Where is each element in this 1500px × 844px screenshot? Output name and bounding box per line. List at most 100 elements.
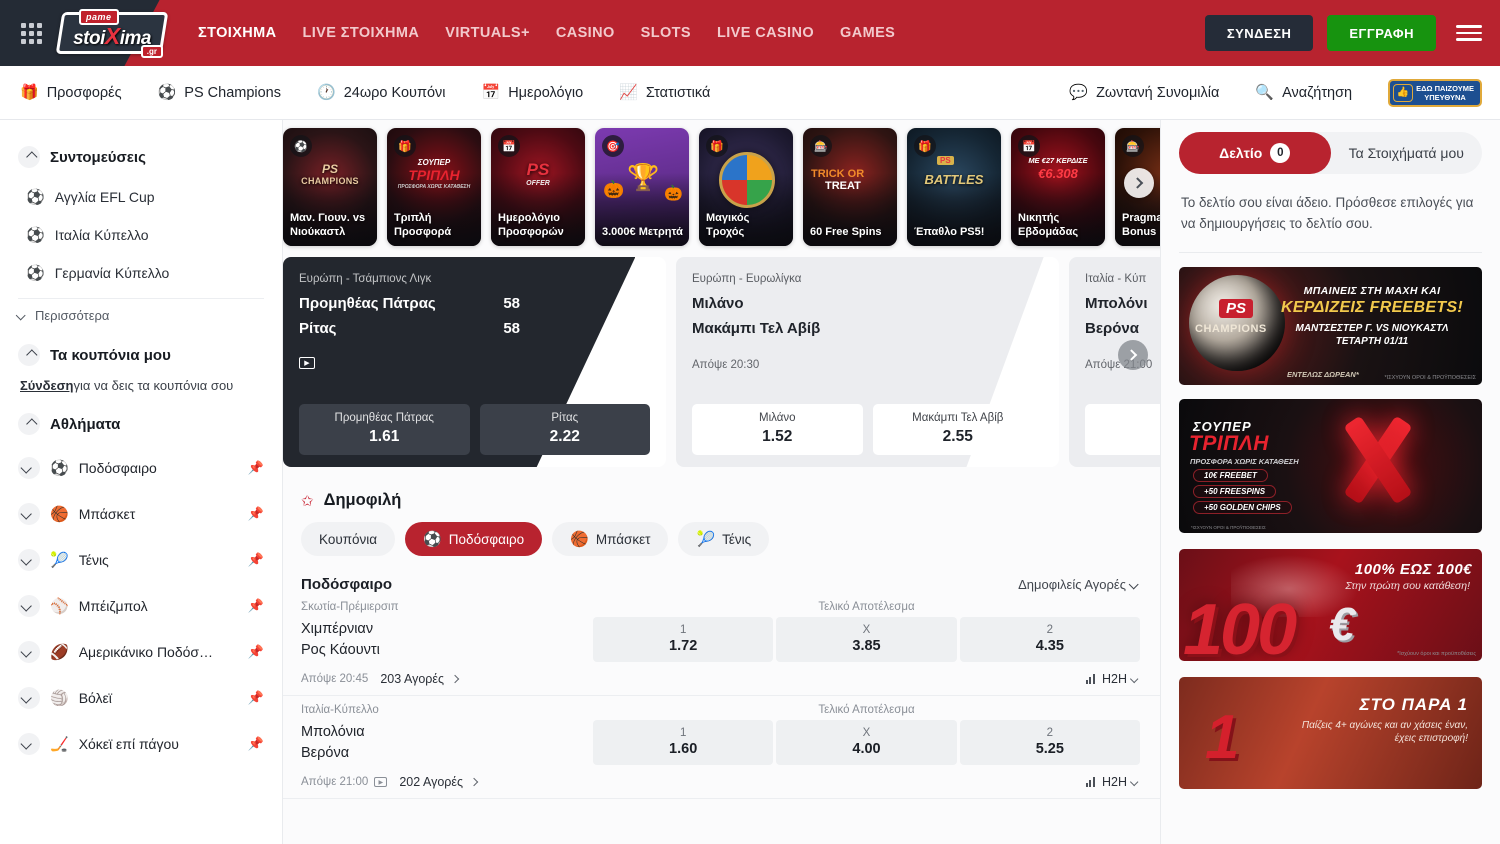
tab-coupons[interactable]: Κουπόνια (301, 522, 395, 556)
login-button[interactable]: ΣΥΝΔΕΣΗ (1205, 15, 1314, 51)
promo-card[interactable]: 🎁 Μαγικός Τροχός (699, 128, 793, 246)
my-coupons-section-header[interactable]: Τα κουπόνια μου (18, 344, 264, 366)
banner-free-text: ΕΝΤΕΛΩΣ ΔΩΡΕΑΝ* (1287, 370, 1359, 379)
sidebar-banner-sto-para-1[interactable]: 1 ΣΤΟ ΠΑΡΑ 1 Παίζεις 4+ αγώνες και αν χά… (1179, 677, 1482, 789)
subbar-item-statistics[interactable]: 📈 Στατιστικά (619, 85, 710, 101)
match-away-team: Ρος Κάουντι (301, 640, 593, 661)
subbar-item-ps-champions[interactable]: ⚽ PS Champions (158, 85, 281, 101)
pin-icon[interactable]: 📌 (248, 506, 264, 522)
pin-icon[interactable]: 📌 (248, 598, 264, 614)
match-markets-link[interactable]: 202 Αγορές (399, 775, 477, 789)
banner-pill-golden-chips: +50 GOLDEN CHIPS (1193, 501, 1292, 514)
odds-button-1[interactable]: 1 1.72 (593, 617, 773, 662)
odds-button-2[interactable]: 2 4.35 (960, 617, 1140, 662)
chevron-down-icon[interactable] (18, 595, 40, 617)
markets-dropdown[interactable]: Δημοφιλείς Αγορές (1018, 577, 1140, 592)
promo-card[interactable]: 📅 ΜΕ €27 ΚΕΡΔΙΣΕ €6.308 Νικητής Εβδομάδα… (1011, 128, 1105, 246)
sidebar-banner-welcome-bonus[interactable]: 100 € 100% ΕΩΣ 100€ Στην πρώτη σου κατάθ… (1179, 549, 1482, 661)
nav-item-virtuals[interactable]: VIRTUALS+ (445, 25, 530, 41)
tab-basketball[interactable]: 🏀 Μπάσκετ (552, 522, 668, 556)
sidebar-item-ice-hockey[interactable]: 🏒 Χόκεϊ επί πάγου 📌 (18, 721, 264, 767)
odds-button-x[interactable]: X 3.85 (776, 617, 956, 662)
nav-item-stoixima[interactable]: ΣΤΟΙΧΗΜΑ (198, 25, 277, 41)
register-button[interactable]: ΕΓΓΡΑΦΗ (1327, 15, 1436, 51)
show-more-button[interactable]: Περισσότερα (18, 298, 264, 332)
nav-item-live-stoixima[interactable]: LIVE ΣΤΟΙΧΗΜΑ (303, 25, 420, 41)
h2h-button[interactable]: H2H (1086, 672, 1140, 686)
promo-card[interactable]: 🎁 PS BATTLES Έπαθλο PS5! (907, 128, 1001, 246)
pin-icon[interactable]: 📌 (248, 690, 264, 706)
odds-button-x[interactable]: X 4.00 (776, 720, 956, 765)
chevron-down-icon[interactable] (18, 641, 40, 663)
featured-match-card[interactable]: Ιταλία - Κύπ Μπολόνι Βερόνα Απόψε 21:00 … (1069, 257, 1160, 467)
sports-section-header[interactable]: Αθλήματα (18, 413, 264, 435)
promo-card[interactable]: 🎯 🏆 🎃 🎃 3.000€ Μετρητά (595, 128, 689, 246)
odds-button[interactable]: Ρίτας 2.22 (480, 404, 651, 455)
nav-item-slots[interactable]: SLOTS (641, 25, 691, 41)
sidebar-item-tennis[interactable]: 🎾 Τένις 📌 (18, 537, 264, 583)
subbar-item-offers[interactable]: 🎁 Προσφορές (20, 85, 122, 101)
odds-button[interactable]: Προμηθέας Πάτρας 1.61 (299, 404, 470, 455)
pamestoixima-logo[interactable]: pame stoiXima .gr (58, 9, 166, 57)
match-markets-link[interactable]: 203 Αγορές (380, 672, 458, 686)
match-info[interactable]: Ιταλία-Κύπελλο Μπολόνια Βερόνα (301, 704, 593, 765)
pin-icon[interactable]: 📌 (248, 736, 264, 752)
pin-icon[interactable]: 📌 (248, 552, 264, 568)
featured-match-card[interactable]: Ευρώπη - Τσάμπιονς Λιγκ Προμηθέας Πάτρας… (283, 257, 666, 467)
pin-icon[interactable]: 📌 (248, 460, 264, 476)
tab-tennis[interactable]: 🎾 Τένις (678, 522, 769, 556)
featured-away-name: Ρίτας (299, 320, 336, 337)
tab-coupons-label: Κουπόνια (319, 532, 377, 547)
chevron-down-icon[interactable] (18, 457, 40, 479)
search-button[interactable]: 🔍 Αναζήτηση (1255, 85, 1352, 101)
match-info[interactable]: Σκωτία-Πρέμιερσιπ Χιμπέρνιαν Ρος Κάουντι (301, 601, 593, 662)
odds-button[interactable]: Μακάμπι Τελ Αβίβ 2.55 (873, 404, 1044, 455)
featured-match-card[interactable]: Ευρώπη - Ευρωλίγκα Μιλάνο Μακάμπι Τελ Αβ… (676, 257, 1059, 467)
promo-carousel-next-button[interactable] (1124, 168, 1154, 198)
odds-button[interactable]: 1 1.6 (1085, 404, 1160, 455)
nav-item-casino[interactable]: CASINO (556, 25, 615, 41)
nav-item-live-casino[interactable]: LIVE CASINO (717, 25, 814, 41)
chevron-down-icon[interactable] (18, 733, 40, 755)
subbar-item-calendar[interactable]: 📅 Ημερολόγιο (482, 85, 584, 101)
live-chat-button[interactable]: 💬 Ζωντανή Συνομιλία (1069, 85, 1219, 101)
sidebar-item-american-football[interactable]: 🏈 Αμερικάνικο Ποδόσ… 📌 (18, 629, 264, 675)
sidebar-item-baseball[interactable]: ⚾ Μπέιζμπολ 📌 (18, 583, 264, 629)
sidebar-item-efl-cup[interactable]: ⚽ Αγγλία EFL Cup (18, 178, 264, 216)
sidebar-item-germany-cup[interactable]: ⚽ Γερμανία Κύπελλο (18, 254, 264, 292)
promo-card[interactable]: 🎁 ΣΟΥΠΕΡ ΤΡΙΠΛΗ ΠΡΟΣΦΟΡΑ ΧΩΡΙΣ ΚΑΤΑΘΕΣΗ … (387, 128, 481, 246)
live-stream-icon[interactable]: ▶ (299, 357, 315, 369)
odds-button-2[interactable]: 2 5.25 (960, 720, 1140, 765)
chevron-down-icon[interactable] (18, 549, 40, 571)
hamburger-menu-icon[interactable] (1456, 25, 1482, 41)
sidebar-login-link[interactable]: Σύνδεση (20, 378, 74, 393)
sidebar-item-basketball[interactable]: 🏀 Μπάσκετ 📌 (18, 491, 264, 537)
tab-my-bets[interactable]: Τα Στοιχήματά μου (1331, 132, 1483, 174)
chevron-down-icon[interactable] (18, 687, 40, 709)
tab-betslip[interactable]: Δελτίο 0 (1179, 132, 1331, 174)
apps-grid-icon[interactable] (14, 23, 48, 44)
promo-card[interactable]: 🎰 TRICK OR TREAT 60 Free Spins (803, 128, 897, 246)
featured-carousel-next-button[interactable] (1118, 340, 1148, 370)
tv-icon[interactable]: ▶ (374, 777, 387, 787)
match-top: Ιταλία-Κύπελλο Μπολόνια Βερόνα Τελικό Απ… (301, 704, 1140, 765)
h2h-button[interactable]: H2H (1086, 775, 1140, 789)
shortcuts-section-header[interactable]: Συντομεύσεις (18, 146, 264, 168)
subbar-ps-champions-label: PS Champions (184, 85, 281, 101)
chevron-down-icon[interactable] (18, 503, 40, 525)
subbar-item-24h-coupon[interactable]: 🕐 24ωρο Κουπόνι (317, 85, 446, 101)
promo-card[interactable]: 📅 PS OFFER Ημερολόγιο Προσφορών (491, 128, 585, 246)
odds-button[interactable]: Μιλάνο 1.52 (692, 404, 863, 455)
responsible-gaming-badge[interactable]: 👍 ΕΔΩ ΠΑΙΖΟΥΜΕ ΥΠΕΥΘΥΝΑ (1388, 79, 1482, 107)
odds-button-1[interactable]: 1 1.60 (593, 720, 773, 765)
sidebar-item-italy-cup[interactable]: ⚽ Ιταλία Κύπελλο (18, 216, 264, 254)
nav-item-games[interactable]: GAMES (840, 25, 895, 41)
promo-card[interactable]: ⚽ PS CHAMPIONS Μαν. Γιουν. vs Νιούκαστλ (283, 128, 377, 246)
sidebar-banner-super-tripli[interactable]: ΣΟΥΠΕΡ ΤΡΙΠΛΗ ΠΡΟΣΦΟΡΑ ΧΩΡΙΣ ΚΑΤΑΘΕΣΗ 10… (1179, 399, 1482, 533)
pin-icon[interactable]: 📌 (248, 644, 264, 660)
sidebar-item-football[interactable]: ⚽ Ποδόσφαιρο 📌 (18, 445, 264, 491)
sidebar-item-volleyball[interactable]: 🏐 Βόλεϊ 📌 (18, 675, 264, 721)
sidebar-banner-ps-champions[interactable]: PS CHAMPIONS ΜΠΑΙΝΕΙΣ ΣΤΗ ΜΑΧΗ ΚΑΙ ΚΕΡΔΙ… (1179, 267, 1482, 385)
tab-football[interactable]: ⚽ Ποδόσφαιρο (405, 522, 542, 556)
banner-headline: ΣΤΟ ΠΑΡΑ 1 (1360, 695, 1468, 715)
